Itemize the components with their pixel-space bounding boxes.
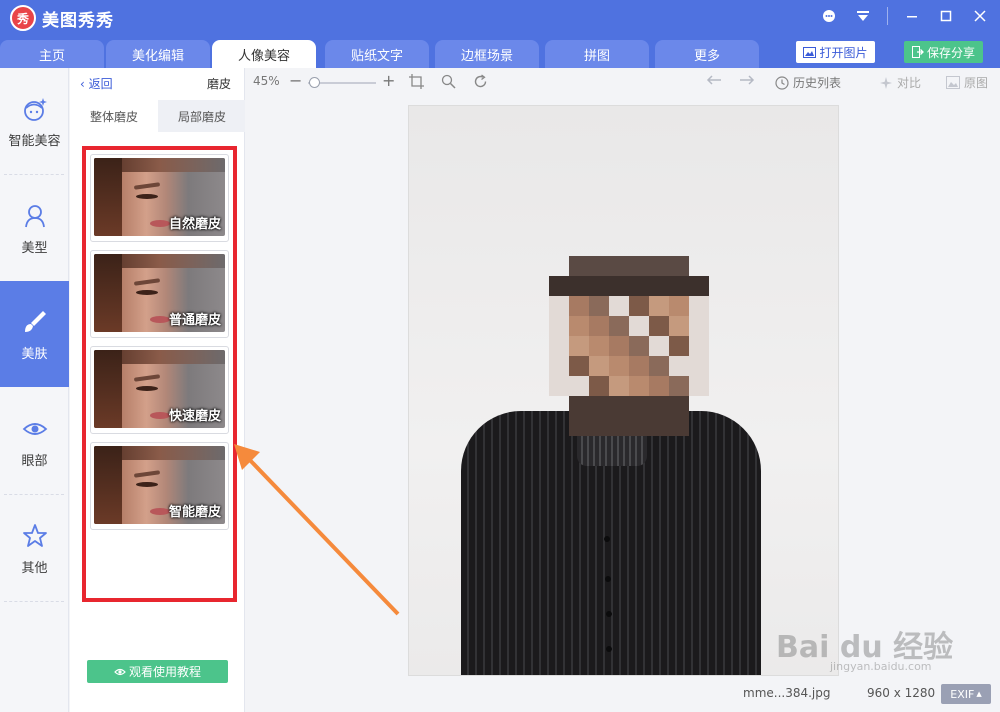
tab-collage[interactable]: 拼图 [545,40,649,68]
app-title: 美图秀秀 [42,10,114,31]
app-logo: 秀 美图秀秀 [10,5,114,31]
preset-thumbnail: 快速磨皮 [94,350,225,428]
preset-thumbnail: 自然磨皮 [94,158,225,236]
caret-up-icon: ▲ [976,690,982,698]
nav-item-eyes[interactable]: 眼部 [0,388,69,494]
preset-smart[interactable]: 智能磨皮 [90,442,229,530]
redo-icon[interactable] [739,74,755,86]
nav-item-smart-beauty[interactable]: 智能美容 [0,68,69,174]
zoom-slider-handle[interactable] [309,77,320,88]
open-image-label: 打开图片 [819,45,868,60]
nav-label: 其他 [21,560,48,576]
picture-icon [946,76,960,89]
crop-icon[interactable] [409,74,424,89]
tab-portrait-beauty[interactable]: 人像美容 [212,40,316,68]
preset-label: 快速磨皮 [168,409,221,424]
original-button[interactable]: 原图 [946,74,988,91]
preset-highlight-box: 自然磨皮 普通磨皮 快速磨皮 智能磨皮 [82,146,237,602]
original-label: 原图 [964,76,989,90]
zoom-in-icon[interactable]: + [382,71,395,90]
photo-canvas[interactable]: Bai du 经验 jingyan.baidu.com [246,98,1000,684]
exif-label: EXIF [950,687,975,701]
nav-divider [4,601,64,602]
logo-badge: 秀 [10,5,36,31]
person-icon [20,201,50,231]
left-nav: 智能美容 美型 美肤 眼部 其他 [0,68,69,712]
preset-natural[interactable]: 自然磨皮 [90,154,229,242]
preset-label: 自然磨皮 [168,217,221,232]
preset-label: 智能磨皮 [168,505,221,520]
magnifier-icon[interactable] [441,74,456,89]
status-bar: mme...384.jpg 960 x 1280 EXIF ▲ [246,684,1000,712]
tab-home[interactable]: 主页 [0,40,104,68]
history-list-button[interactable]: 历史列表 [775,74,841,91]
subtab-overall[interactable]: 整体磨皮 [70,100,158,132]
image-icon [803,46,817,58]
back-button[interactable]: ‹ 返回 [80,75,113,92]
window-controls [819,6,990,26]
export-icon [911,46,924,58]
clock-icon [775,75,789,90]
subtab-bar: 整体磨皮 局部磨皮 [70,100,245,132]
main-tab-bar: 主页 美化编辑 人像美容 贴纸文字 边框场景 拼图 更多 打开图片 保存分享 [0,36,1000,68]
tab-frame-scene[interactable]: 边框场景 [435,40,539,68]
exif-button[interactable]: EXIF ▲ [941,684,991,704]
open-image-button[interactable]: 打开图片 [796,41,875,63]
save-share-button[interactable]: 保存分享 [904,41,983,63]
history-label: 历史列表 [793,76,842,90]
edited-photo[interactable] [408,105,839,676]
close-icon[interactable] [970,6,990,26]
tab-beautify-edit[interactable]: 美化编辑 [106,40,210,68]
panel-title: 磨皮 [206,77,231,91]
star-icon [20,521,50,551]
nav-item-shape[interactable]: 美型 [0,175,69,281]
sparkle-icon [880,76,892,89]
rotate-icon[interactable] [473,74,488,89]
compare-button[interactable]: 对比 [879,74,921,91]
nav-label: 美肤 [21,346,48,362]
window-separator [887,7,888,25]
preset-normal[interactable]: 普通磨皮 [90,250,229,338]
nav-label: 美型 [21,240,48,256]
tab-sticker-text[interactable]: 贴纸文字 [325,40,429,68]
chevron-left-icon: ‹ [80,77,89,91]
preset-fast[interactable]: 快速磨皮 [90,346,229,434]
brush-icon [20,307,50,337]
save-share-label: 保存分享 [926,45,975,60]
watermark-url: jingyan.baidu.com [830,660,932,673]
eye-icon [114,668,126,675]
canvas-toolbar: 45% − + 历史列表 对比 原图 [246,68,1000,98]
nav-label: 眼部 [21,453,48,469]
panel-header: ‹ 返回 磨皮 [70,68,245,98]
tutorial-label: 观看使用教程 [128,665,201,679]
preset-thumbnail: 智能磨皮 [94,446,225,524]
back-label: 返回 [88,77,113,91]
minimize-icon[interactable] [902,6,922,26]
eye-icon [20,414,50,444]
maximize-icon[interactable] [936,6,956,26]
undo-icon[interactable] [706,74,722,86]
baidu-watermark: Bai du 经验 jingyan.baidu.com [776,622,976,682]
file-name: mme...384.jpg [743,686,831,700]
smoothing-panel: ‹ 返回 磨皮 整体磨皮 局部磨皮 自然磨皮 普通磨皮 快速磨皮 智能磨皮 观看… [70,68,245,712]
subtab-local[interactable]: 局部磨皮 [158,100,246,132]
chat-icon[interactable] [819,6,839,26]
watch-tutorial-button[interactable]: 观看使用教程 [87,660,228,683]
image-dimensions: 960 x 1280 [867,686,936,700]
compare-label: 对比 [897,76,922,90]
nav-label: 智能美容 [8,133,61,149]
title-bar: 秀 美图秀秀 [0,0,1000,36]
zoom-out-icon[interactable]: − [289,71,302,90]
menu-dropdown-icon[interactable] [853,6,873,26]
preset-thumbnail: 普通磨皮 [94,254,225,332]
face-sparkle-icon [20,94,50,124]
zoom-level: 45% [253,74,280,88]
tab-more[interactable]: 更多 [655,40,759,68]
nav-item-skin[interactable]: 美肤 [0,281,69,387]
preset-label: 普通磨皮 [168,313,221,328]
nav-item-other[interactable]: 其他 [0,495,69,601]
